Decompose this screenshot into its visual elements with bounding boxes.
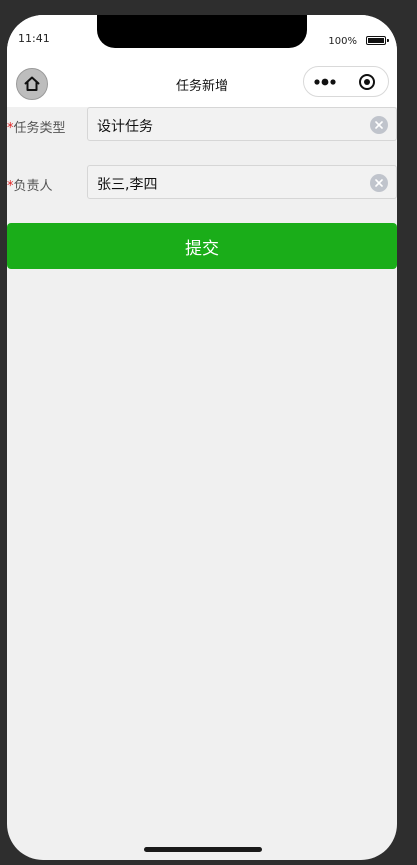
battery-percent: 100% — [328, 36, 357, 47]
navigation-bar: 任务新增 — [7, 63, 397, 107]
clear-icon — [375, 179, 383, 187]
more-dots-icon — [313, 78, 336, 85]
task-type-label: *任务类型 — [7, 117, 66, 136]
close-button[interactable] — [345, 67, 388, 96]
task-type-label-text: 任务类型 — [13, 121, 66, 136]
battery-icon — [366, 36, 389, 45]
assignee-label: *负责人 — [7, 175, 53, 194]
target-circle-icon — [358, 73, 375, 90]
mini-program-capsule — [303, 66, 389, 97]
battery-fill — [368, 38, 384, 43]
task-type-clear-button[interactable] — [370, 116, 388, 134]
assignee-field[interactable]: 张三,李四 — [87, 165, 397, 199]
home-indicator — [144, 847, 262, 852]
task-type-value[interactable]: 设计任务 — [97, 116, 347, 136]
task-type-field[interactable]: 设计任务 — [87, 107, 397, 141]
assignee-label-text: 负责人 — [13, 179, 53, 194]
form-row-assignee: *负责人 张三,李四 — [7, 165, 397, 199]
clear-icon — [375, 121, 383, 129]
assignee-value[interactable]: 张三,李四 — [97, 174, 347, 194]
phone-screen: 11:41 100% 任务新增 *任务类型 设计任务 *负责人 张三,李四 提交 — [7, 15, 397, 860]
submit-button[interactable]: 提交 — [7, 223, 397, 269]
status-time: 11:41 — [18, 32, 50, 45]
notch — [97, 15, 307, 48]
more-button[interactable] — [304, 67, 347, 96]
form-row-task-type: *任务类型 设计任务 — [7, 107, 397, 141]
status-bar: 11:41 100% — [7, 15, 397, 63]
assignee-clear-button[interactable] — [370, 174, 388, 192]
